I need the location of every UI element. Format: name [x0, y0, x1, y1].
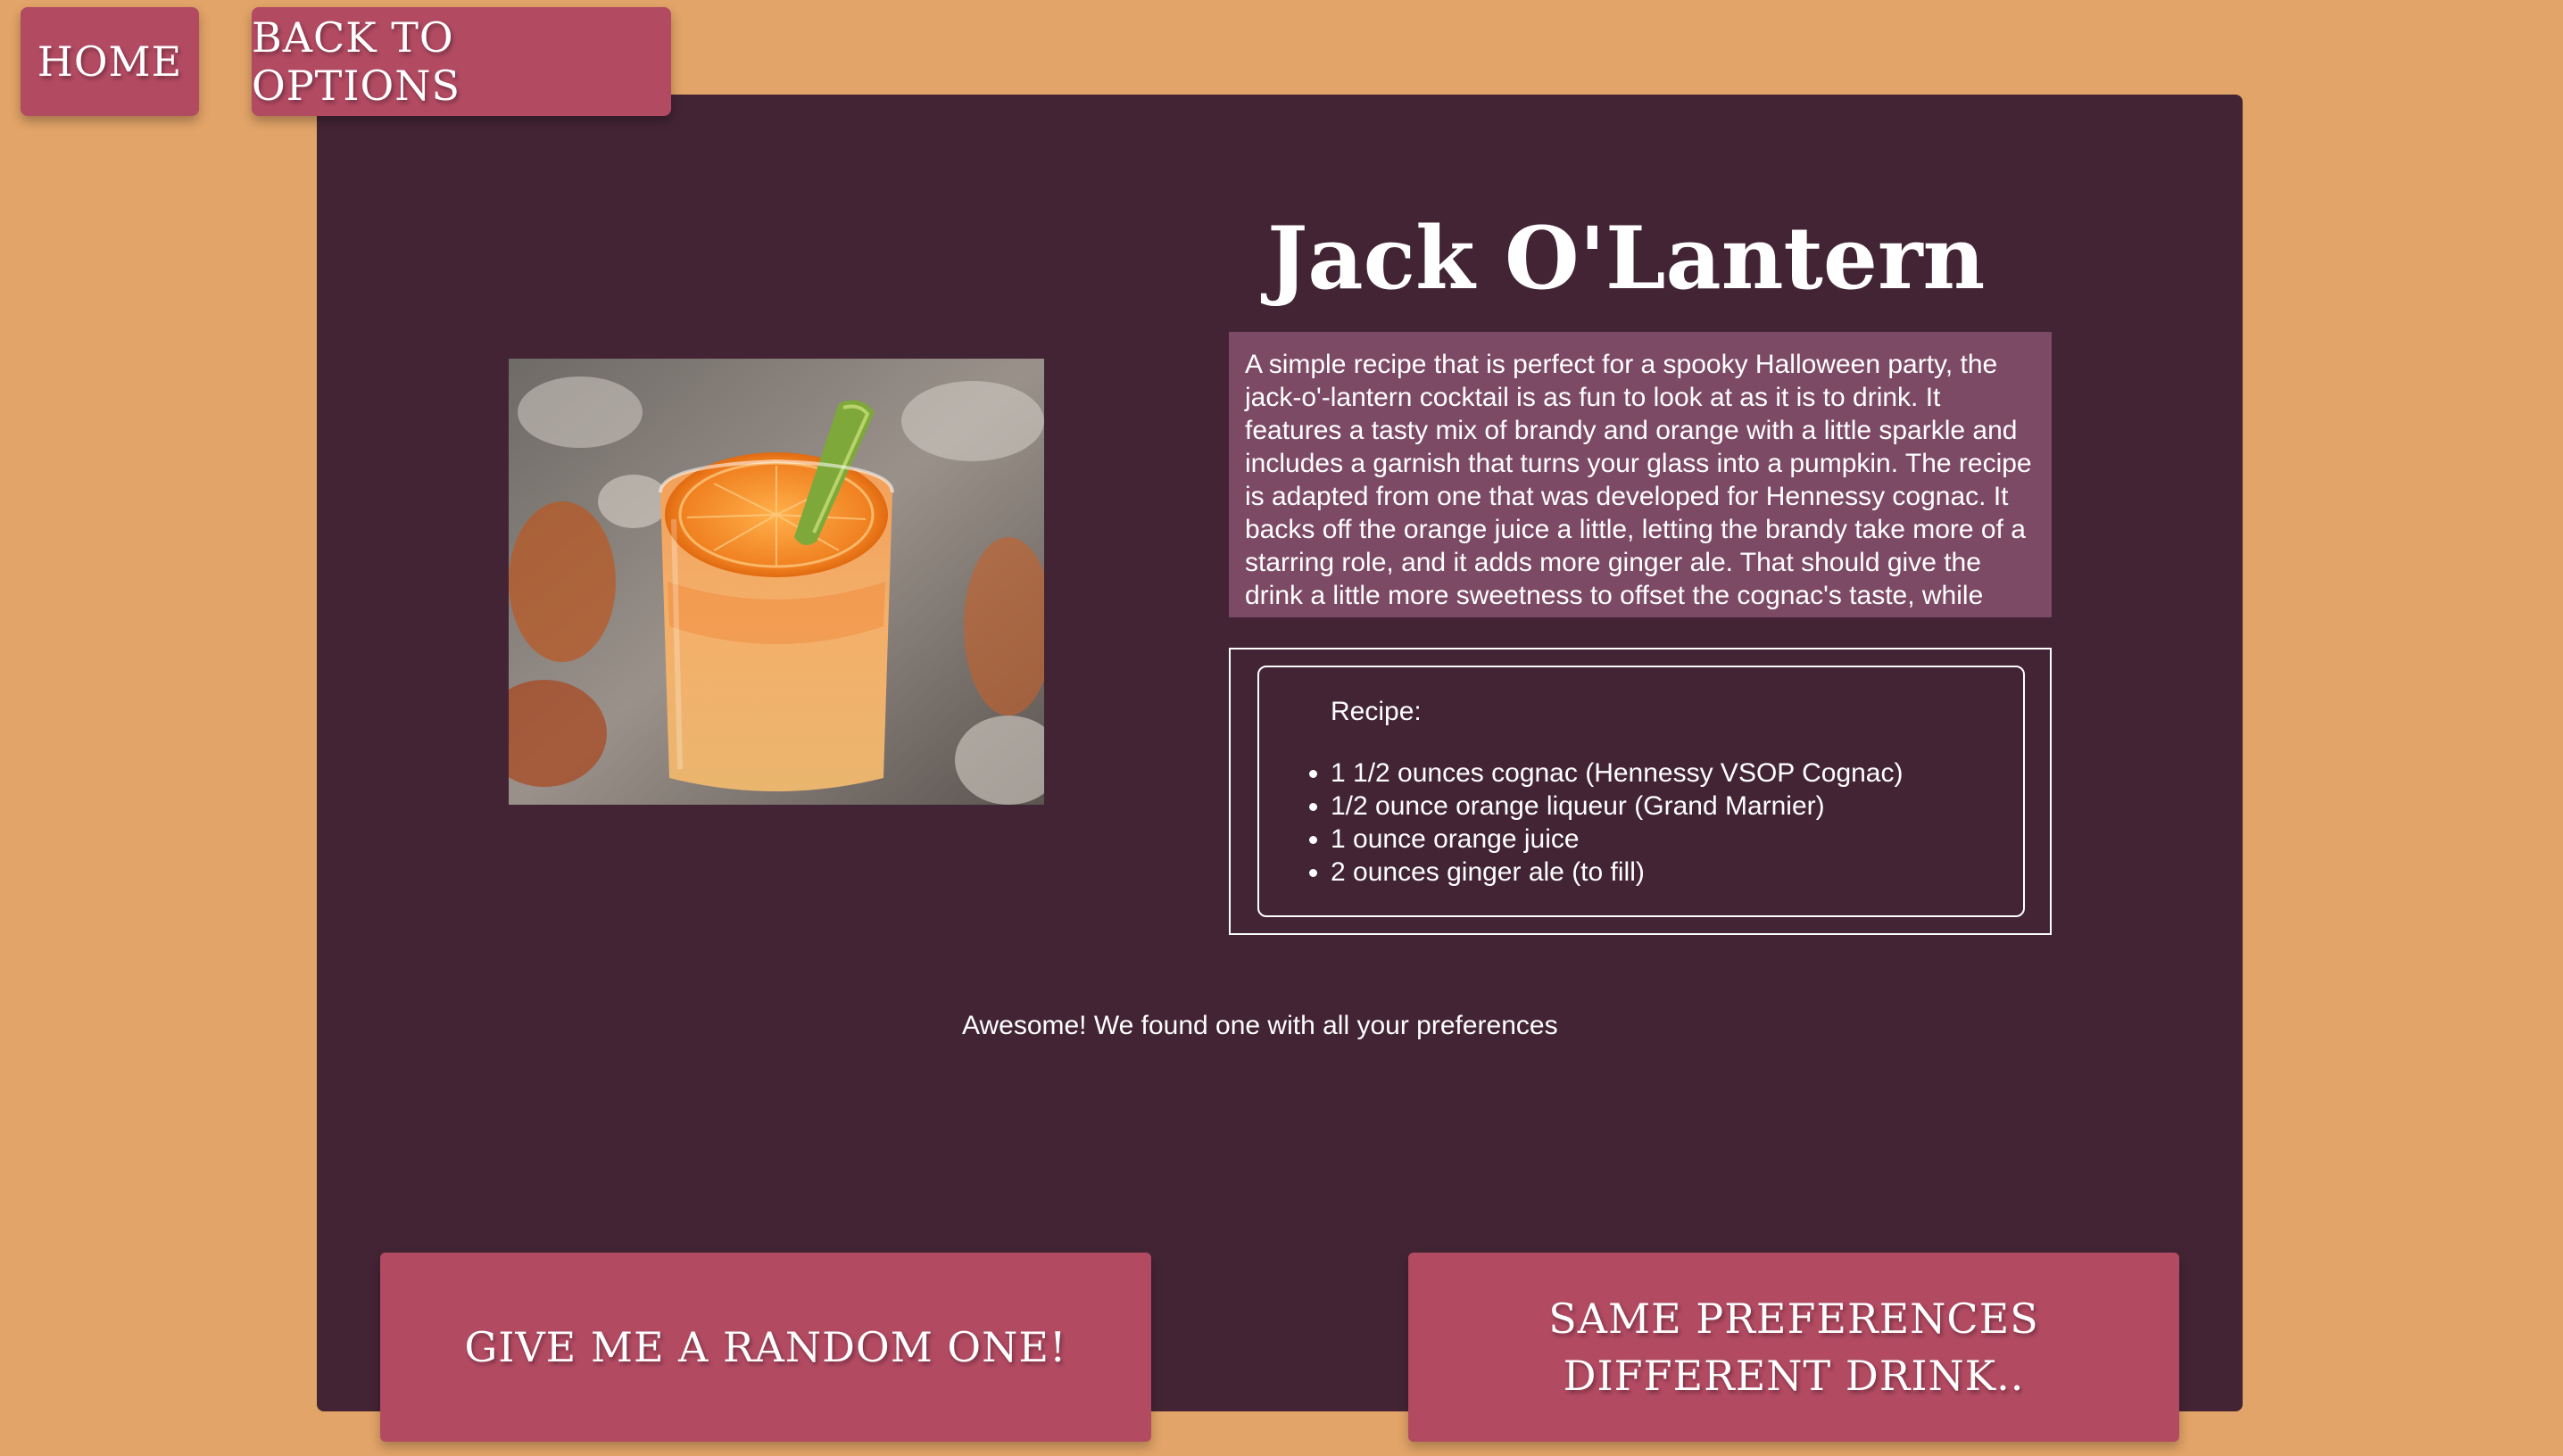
ingredient-item: 1 ounce orange juice: [1331, 823, 1903, 856]
drink-title: Jack O'Lantern: [1267, 208, 1986, 309]
home-button[interactable]: HOME: [21, 7, 199, 116]
ingredient-item: 1/2 ounce orange liqueur (Grand Marnier): [1331, 790, 1903, 823]
ingredient-item: 2 ounces ginger ale (to fill): [1331, 856, 1903, 889]
same-preferences-label: SAME PREFERENCES DIFFERENT DRINK..: [1548, 1295, 2039, 1400]
recipe-heading: Recipe:: [1331, 697, 1422, 726]
random-drink-button[interactable]: GIVE ME A RANDOM ONE!: [380, 1253, 1151, 1442]
drink-description: A simple recipe that is perfect for a sp…: [1229, 332, 2052, 617]
recipe-box: Recipe: 1 1/2 ounces cognac (Hennessy VS…: [1229, 648, 2052, 935]
status-message: Awesome! We found one with all your pref…: [962, 1011, 1558, 1040]
ingredient-list: 1 1/2 ounces cognac (Hennessy VSOP Cogna…: [1307, 757, 1903, 889]
recipe-inner-box: Recipe: 1 1/2 ounces cognac (Hennessy VS…: [1257, 666, 2025, 917]
ingredient-item: 1 1/2 ounces cognac (Hennessy VSOP Cogna…: [1331, 757, 1903, 790]
drink-photo: [509, 359, 1044, 805]
same-preferences-button[interactable]: SAME PREFERENCES DIFFERENT DRINK..: [1408, 1253, 2179, 1442]
back-to-options-button[interactable]: BACK TO OPTIONS: [252, 7, 671, 116]
random-drink-label: GIVE ME A RANDOM ONE!: [464, 1323, 1067, 1371]
